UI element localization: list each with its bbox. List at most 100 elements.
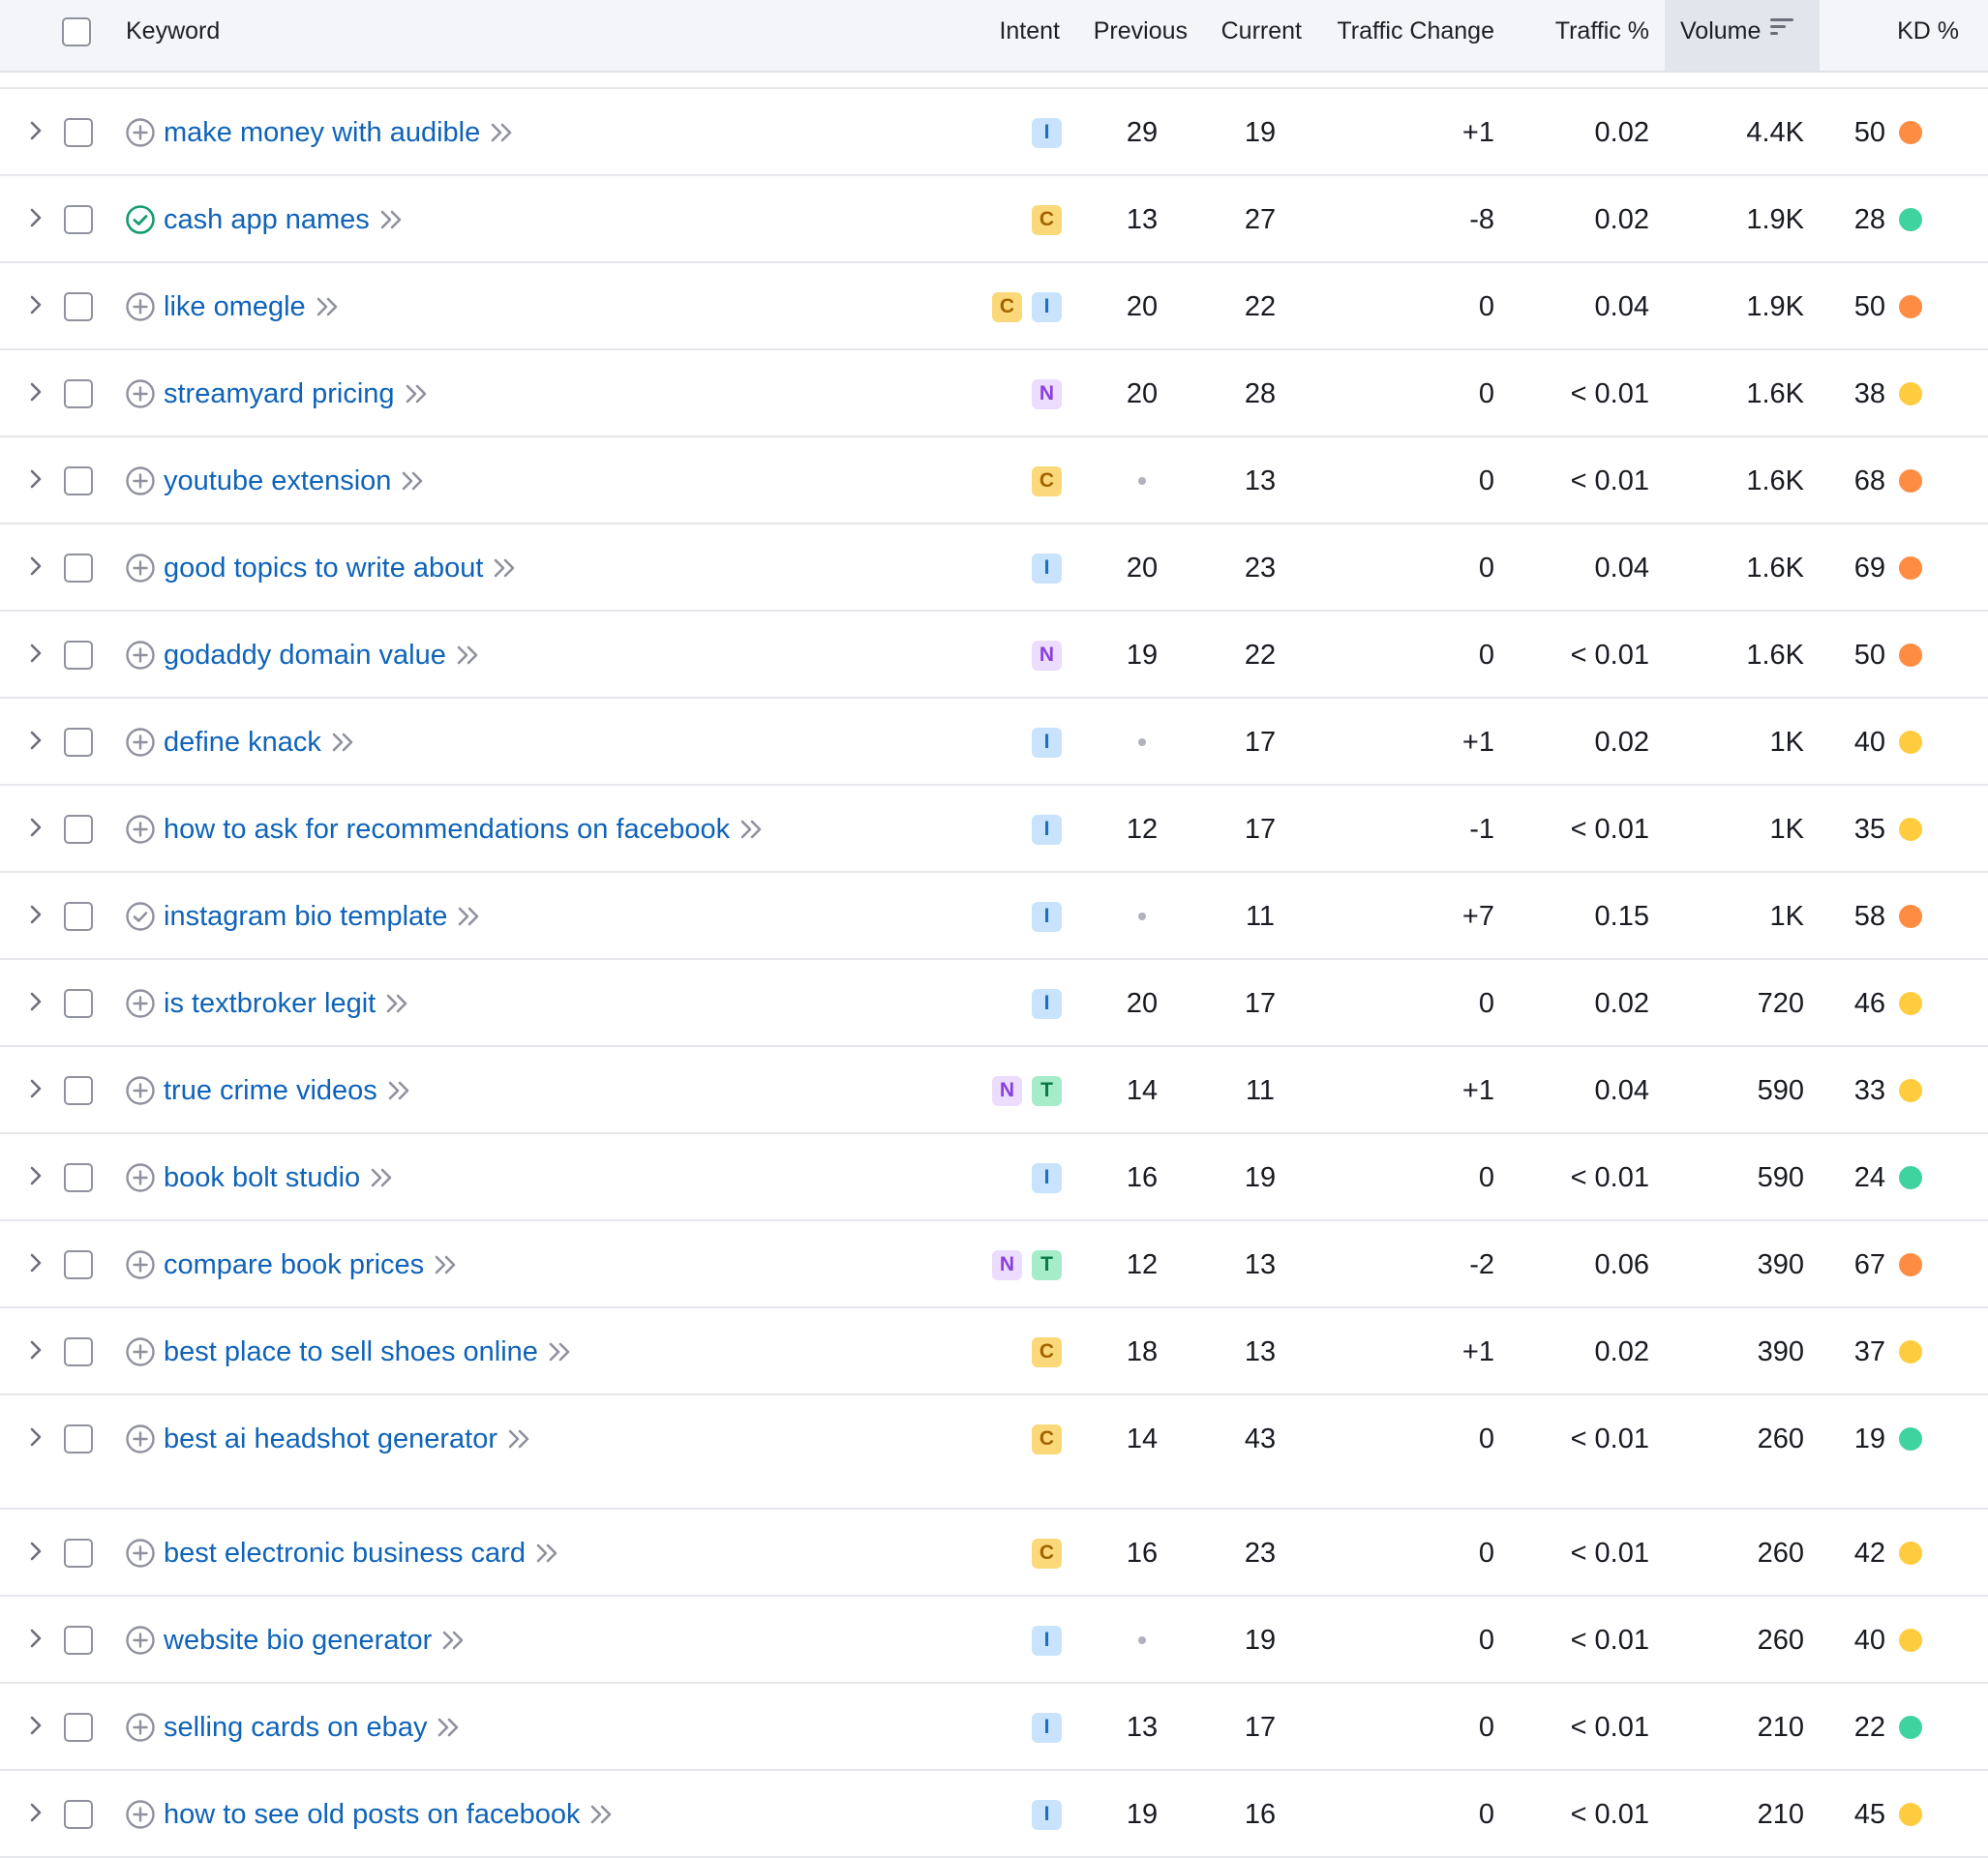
row-checkbox[interactable] [64, 1163, 93, 1192]
table-row[interactable]: streamyard pricing N 20 28 0 < 0.01 1.6K 38 [0, 350, 1988, 437]
keyword-link[interactable]: true crime videos [164, 1075, 377, 1107]
add-keyword-icon[interactable] [125, 814, 156, 845]
keyword-details-icon[interactable] [589, 1804, 615, 1825]
table-row[interactable]: make money with audible I 29 19 +1 0.02 4.4K 50 [0, 89, 1988, 176]
row-checkbox[interactable] [64, 1424, 93, 1453]
row-checkbox[interactable] [64, 902, 93, 931]
add-keyword-icon[interactable] [125, 117, 156, 148]
keyword-details-icon[interactable] [490, 122, 515, 143]
keyword-link[interactable]: cash app names [164, 204, 370, 236]
keyword-link[interactable]: best ai headshot generator [164, 1423, 497, 1455]
add-keyword-icon[interactable] [125, 1249, 156, 1280]
row-checkbox[interactable] [64, 1076, 93, 1105]
row-checkbox[interactable] [64, 554, 93, 583]
header-traffic-change[interactable]: Traffic Change [1316, 0, 1494, 71]
add-keyword-icon[interactable] [125, 640, 156, 671]
row-checkbox[interactable] [64, 1626, 93, 1655]
checked-circle-icon[interactable] [125, 901, 156, 932]
added-check-icon[interactable] [125, 204, 156, 235]
keyword-details-icon[interactable] [401, 470, 426, 492]
chevron-right-icon[interactable] [29, 117, 43, 149]
add-keyword-icon[interactable] [125, 1625, 156, 1656]
table-row[interactable]: best place to sell shoes online C 18 13 +1 0.… [0, 1308, 1988, 1395]
header-traffic-pct[interactable]: Traffic % [1510, 0, 1649, 71]
row-checkbox[interactable] [64, 379, 93, 408]
add-keyword-icon[interactable] [125, 1712, 156, 1743]
chevron-right-icon[interactable] [29, 1712, 43, 1744]
table-row[interactable]: instagram bio template I 11 +7 0.15 1K 58 [0, 873, 1988, 960]
keyword-details-icon[interactable] [493, 557, 518, 579]
add-keyword-icon[interactable] [125, 1336, 156, 1367]
row-checkbox[interactable] [64, 1337, 93, 1366]
row-checkbox[interactable] [64, 1713, 93, 1742]
add-keyword-icon[interactable] [125, 1162, 156, 1193]
chevron-right-icon[interactable] [29, 465, 43, 497]
keyword-details-icon[interactable] [456, 644, 481, 666]
keyword-details-icon[interactable] [457, 906, 482, 927]
add-keyword-icon[interactable] [125, 1799, 156, 1830]
keyword-link[interactable]: is textbroker legit [164, 988, 376, 1020]
chevron-right-icon[interactable] [29, 1538, 43, 1570]
table-row[interactable]: how to see old posts on facebook I 19 16 0 < … [0, 1771, 1988, 1858]
table-row[interactable]: website bio generator I 19 0 < 0.01 260 40 [0, 1597, 1988, 1684]
table-row[interactable]: how to ask for recommendations on facebo… [0, 786, 1988, 873]
chevron-right-icon[interactable] [29, 553, 43, 584]
row-checkbox[interactable] [64, 728, 93, 757]
row-checkbox[interactable] [64, 1800, 93, 1829]
table-row[interactable]: define knack I 17 +1 0.02 1K 40 [0, 699, 1988, 786]
keyword-details-icon[interactable] [548, 1341, 573, 1363]
add-keyword-icon[interactable] [125, 291, 156, 322]
select-all-checkbox[interactable] [62, 17, 91, 46]
keyword-link[interactable]: like omegle [164, 291, 306, 323]
add-keyword-icon[interactable] [125, 553, 156, 584]
chevron-right-icon[interactable] [29, 1336, 43, 1368]
keyword-link[interactable]: make money with audible [164, 117, 480, 149]
chevron-right-icon[interactable] [29, 1249, 43, 1281]
add-keyword-icon[interactable] [125, 988, 156, 1019]
chevron-right-icon[interactable] [29, 1423, 43, 1455]
table-row[interactable]: cash app names C 13 27 -8 0.02 1.9K 28 [0, 176, 1988, 263]
chevron-right-icon[interactable] [29, 640, 43, 672]
keyword-link[interactable]: youtube extension [164, 465, 391, 497]
keyword-link[interactable]: good topics to write about [164, 553, 483, 584]
keyword-link[interactable]: selling cards on ebay [164, 1712, 427, 1744]
table-row[interactable]: like omegle C I 20 22 0 0.04 1.9K 50 [0, 263, 1988, 350]
table-row[interactable]: youtube extension C 13 0 < 0.01 1.6K 68 [0, 437, 1988, 524]
keyword-link[interactable]: best place to sell shoes online [164, 1336, 538, 1368]
row-checkbox[interactable] [64, 466, 93, 495]
keyword-link[interactable]: website bio generator [164, 1625, 432, 1657]
row-checkbox[interactable] [64, 641, 93, 670]
keyword-link[interactable]: streamyard pricing [164, 378, 395, 410]
chevron-right-icon[interactable] [29, 1799, 43, 1831]
chevron-right-icon[interactable] [29, 378, 43, 410]
keyword-details-icon[interactable] [405, 383, 430, 405]
chevron-right-icon[interactable] [29, 204, 43, 236]
table-row[interactable]: selling cards on ebay I 13 17 0 < 0.01 210 22 [0, 1684, 1988, 1771]
keyword-details-icon[interactable] [535, 1543, 560, 1564]
keyword-link[interactable]: godaddy domain value [164, 640, 446, 672]
table-row[interactable]: is textbroker legit I 20 17 0 0.02 720 46 [0, 960, 1988, 1047]
table-row[interactable]: compare book prices N T 12 13 -2 0.06 390 67 [0, 1221, 1988, 1308]
chevron-right-icon[interactable] [29, 1625, 43, 1657]
chevron-right-icon[interactable] [29, 814, 43, 846]
header-kd[interactable]: KD % [1839, 0, 1959, 71]
chevron-right-icon[interactable] [29, 1075, 43, 1107]
table-row[interactable]: true crime videos N T 14 11 +1 0.04 590 33 [0, 1047, 1988, 1134]
keyword-details-icon[interactable] [441, 1630, 467, 1651]
row-checkbox[interactable] [64, 205, 93, 234]
header-keyword[interactable]: Keyword [126, 0, 220, 71]
keyword-link[interactable]: best electronic business card [164, 1538, 526, 1570]
keyword-details-icon[interactable] [434, 1254, 459, 1275]
header-volume[interactable]: Volume [1665, 0, 1820, 71]
row-checkbox[interactable] [64, 118, 93, 147]
add-keyword-icon[interactable] [125, 1075, 156, 1106]
table-row[interactable]: godaddy domain value N 19 22 0 < 0.01 1.6K 50 [0, 612, 1988, 699]
keyword-details-icon[interactable] [437, 1717, 462, 1738]
keyword-link[interactable]: how to see old posts on facebook [164, 1799, 580, 1831]
keyword-link[interactable]: define knack [164, 727, 321, 759]
table-row[interactable]: best electronic business card C 16 23 0 < 0.0… [0, 1510, 1988, 1597]
keyword-link[interactable]: how to ask for recommendations on facebo… [164, 814, 730, 846]
keyword-details-icon[interactable] [385, 993, 410, 1014]
chevron-right-icon[interactable] [29, 727, 43, 759]
keyword-details-icon[interactable] [331, 732, 356, 753]
